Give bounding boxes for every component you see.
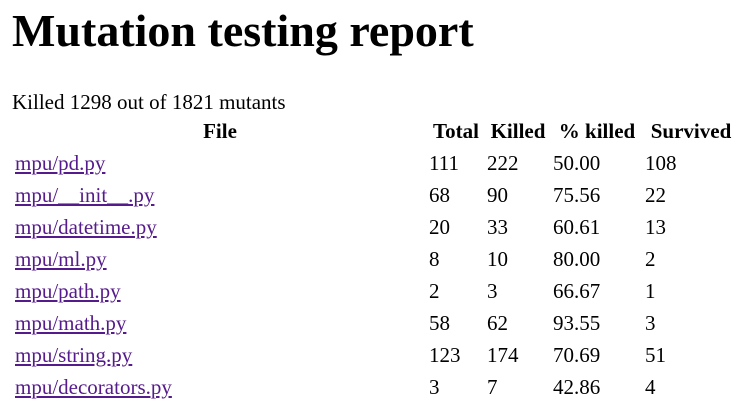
total-cell: 58 <box>429 311 450 335</box>
file-cell: mpu/pd.py <box>14 148 426 179</box>
killed-cell: 222 <box>487 151 519 175</box>
file-link[interactable]: mpu/path.py <box>15 279 121 303</box>
survived-cell: 1 <box>645 279 656 303</box>
table-row: mpu/path.py 2 3 66.67 1 <box>14 276 738 307</box>
file-link[interactable]: mpu/string.py <box>15 343 132 367</box>
file-cell: mpu/math.py <box>14 308 426 339</box>
table-row: mpu/string.py 123 174 70.69 51 <box>14 340 738 371</box>
killed-cell: 174 <box>487 343 519 367</box>
total-cell: 3 <box>429 375 440 399</box>
header-total: Total <box>433 119 479 143</box>
file-link[interactable]: mpu/ml.py <box>15 247 107 271</box>
total-cell: 8 <box>429 247 440 271</box>
survived-cell: 13 <box>645 215 666 239</box>
total-cell: 111 <box>429 151 459 175</box>
killed-cell: 10 <box>487 247 508 271</box>
killed-cell: 33 <box>487 215 508 239</box>
file-link[interactable]: mpu/__init__.py <box>15 183 154 207</box>
mutation-report-table: File Total Killed % killed Survived mpu/… <box>12 116 740 404</box>
survived-cell: 4 <box>645 375 656 399</box>
table-row: mpu/decorators.py 3 7 42.86 4 <box>14 372 738 403</box>
killed-cell: 3 <box>487 279 498 303</box>
survived-cell: 108 <box>645 151 677 175</box>
pct-killed-cell: 70.69 <box>553 343 601 367</box>
pct-killed-cell: 60.61 <box>553 215 601 239</box>
survived-cell: 2 <box>645 247 656 271</box>
survived-cell: 51 <box>645 343 666 367</box>
killed-cell: 7 <box>487 375 498 399</box>
file-link[interactable]: mpu/datetime.py <box>15 215 157 239</box>
header-survived: Survived <box>650 119 732 143</box>
header-file: File <box>203 119 237 143</box>
total-cell: 20 <box>429 215 450 239</box>
header-killed: Killed <box>490 119 546 143</box>
file-cell: mpu/path.py <box>14 276 426 307</box>
header-pct-killed: % killed <box>558 119 636 143</box>
pct-killed-cell: 93.55 <box>553 311 601 335</box>
table-row: mpu/math.py 58 62 93.55 3 <box>14 308 738 339</box>
survived-cell: 22 <box>645 183 666 207</box>
table-row: mpu/pd.py 111 222 50.00 108 <box>14 148 738 179</box>
summary-text: Killed 1298 out of 1821 mutants <box>12 90 286 114</box>
table-row: mpu/ml.py 8 10 80.00 2 <box>14 244 738 275</box>
killed-cell: 90 <box>487 183 508 207</box>
file-cell: mpu/__init__.py <box>14 180 426 211</box>
pct-killed-cell: 80.00 <box>553 247 601 271</box>
page-title: Mutation testing report <box>12 5 474 56</box>
file-link[interactable]: mpu/decorators.py <box>15 375 172 399</box>
table-body: mpu/pd.py 111 222 50.00 108 mpu/__init__… <box>14 148 738 403</box>
pct-killed-cell: 66.67 <box>553 279 601 303</box>
file-link[interactable]: mpu/math.py <box>15 311 126 335</box>
pct-killed-cell: 75.56 <box>553 183 601 207</box>
file-cell: mpu/string.py <box>14 340 426 371</box>
total-cell: 68 <box>429 183 450 207</box>
table-row: mpu/__init__.py 68 90 75.56 22 <box>14 180 738 211</box>
table-header-row: File Total Killed % killed Survived <box>14 117 738 147</box>
file-cell: mpu/datetime.py <box>14 212 426 243</box>
table-row: mpu/datetime.py 20 33 60.61 13 <box>14 212 738 243</box>
pct-killed-cell: 50.00 <box>553 151 601 175</box>
pct-killed-cell: 42.86 <box>553 375 601 399</box>
file-cell: mpu/decorators.py <box>14 372 426 403</box>
file-cell: mpu/ml.py <box>14 244 426 275</box>
survived-cell: 3 <box>645 311 656 335</box>
killed-cell: 62 <box>487 311 508 335</box>
total-cell: 2 <box>429 279 440 303</box>
total-cell: 123 <box>429 343 461 367</box>
file-link[interactable]: mpu/pd.py <box>15 151 105 175</box>
